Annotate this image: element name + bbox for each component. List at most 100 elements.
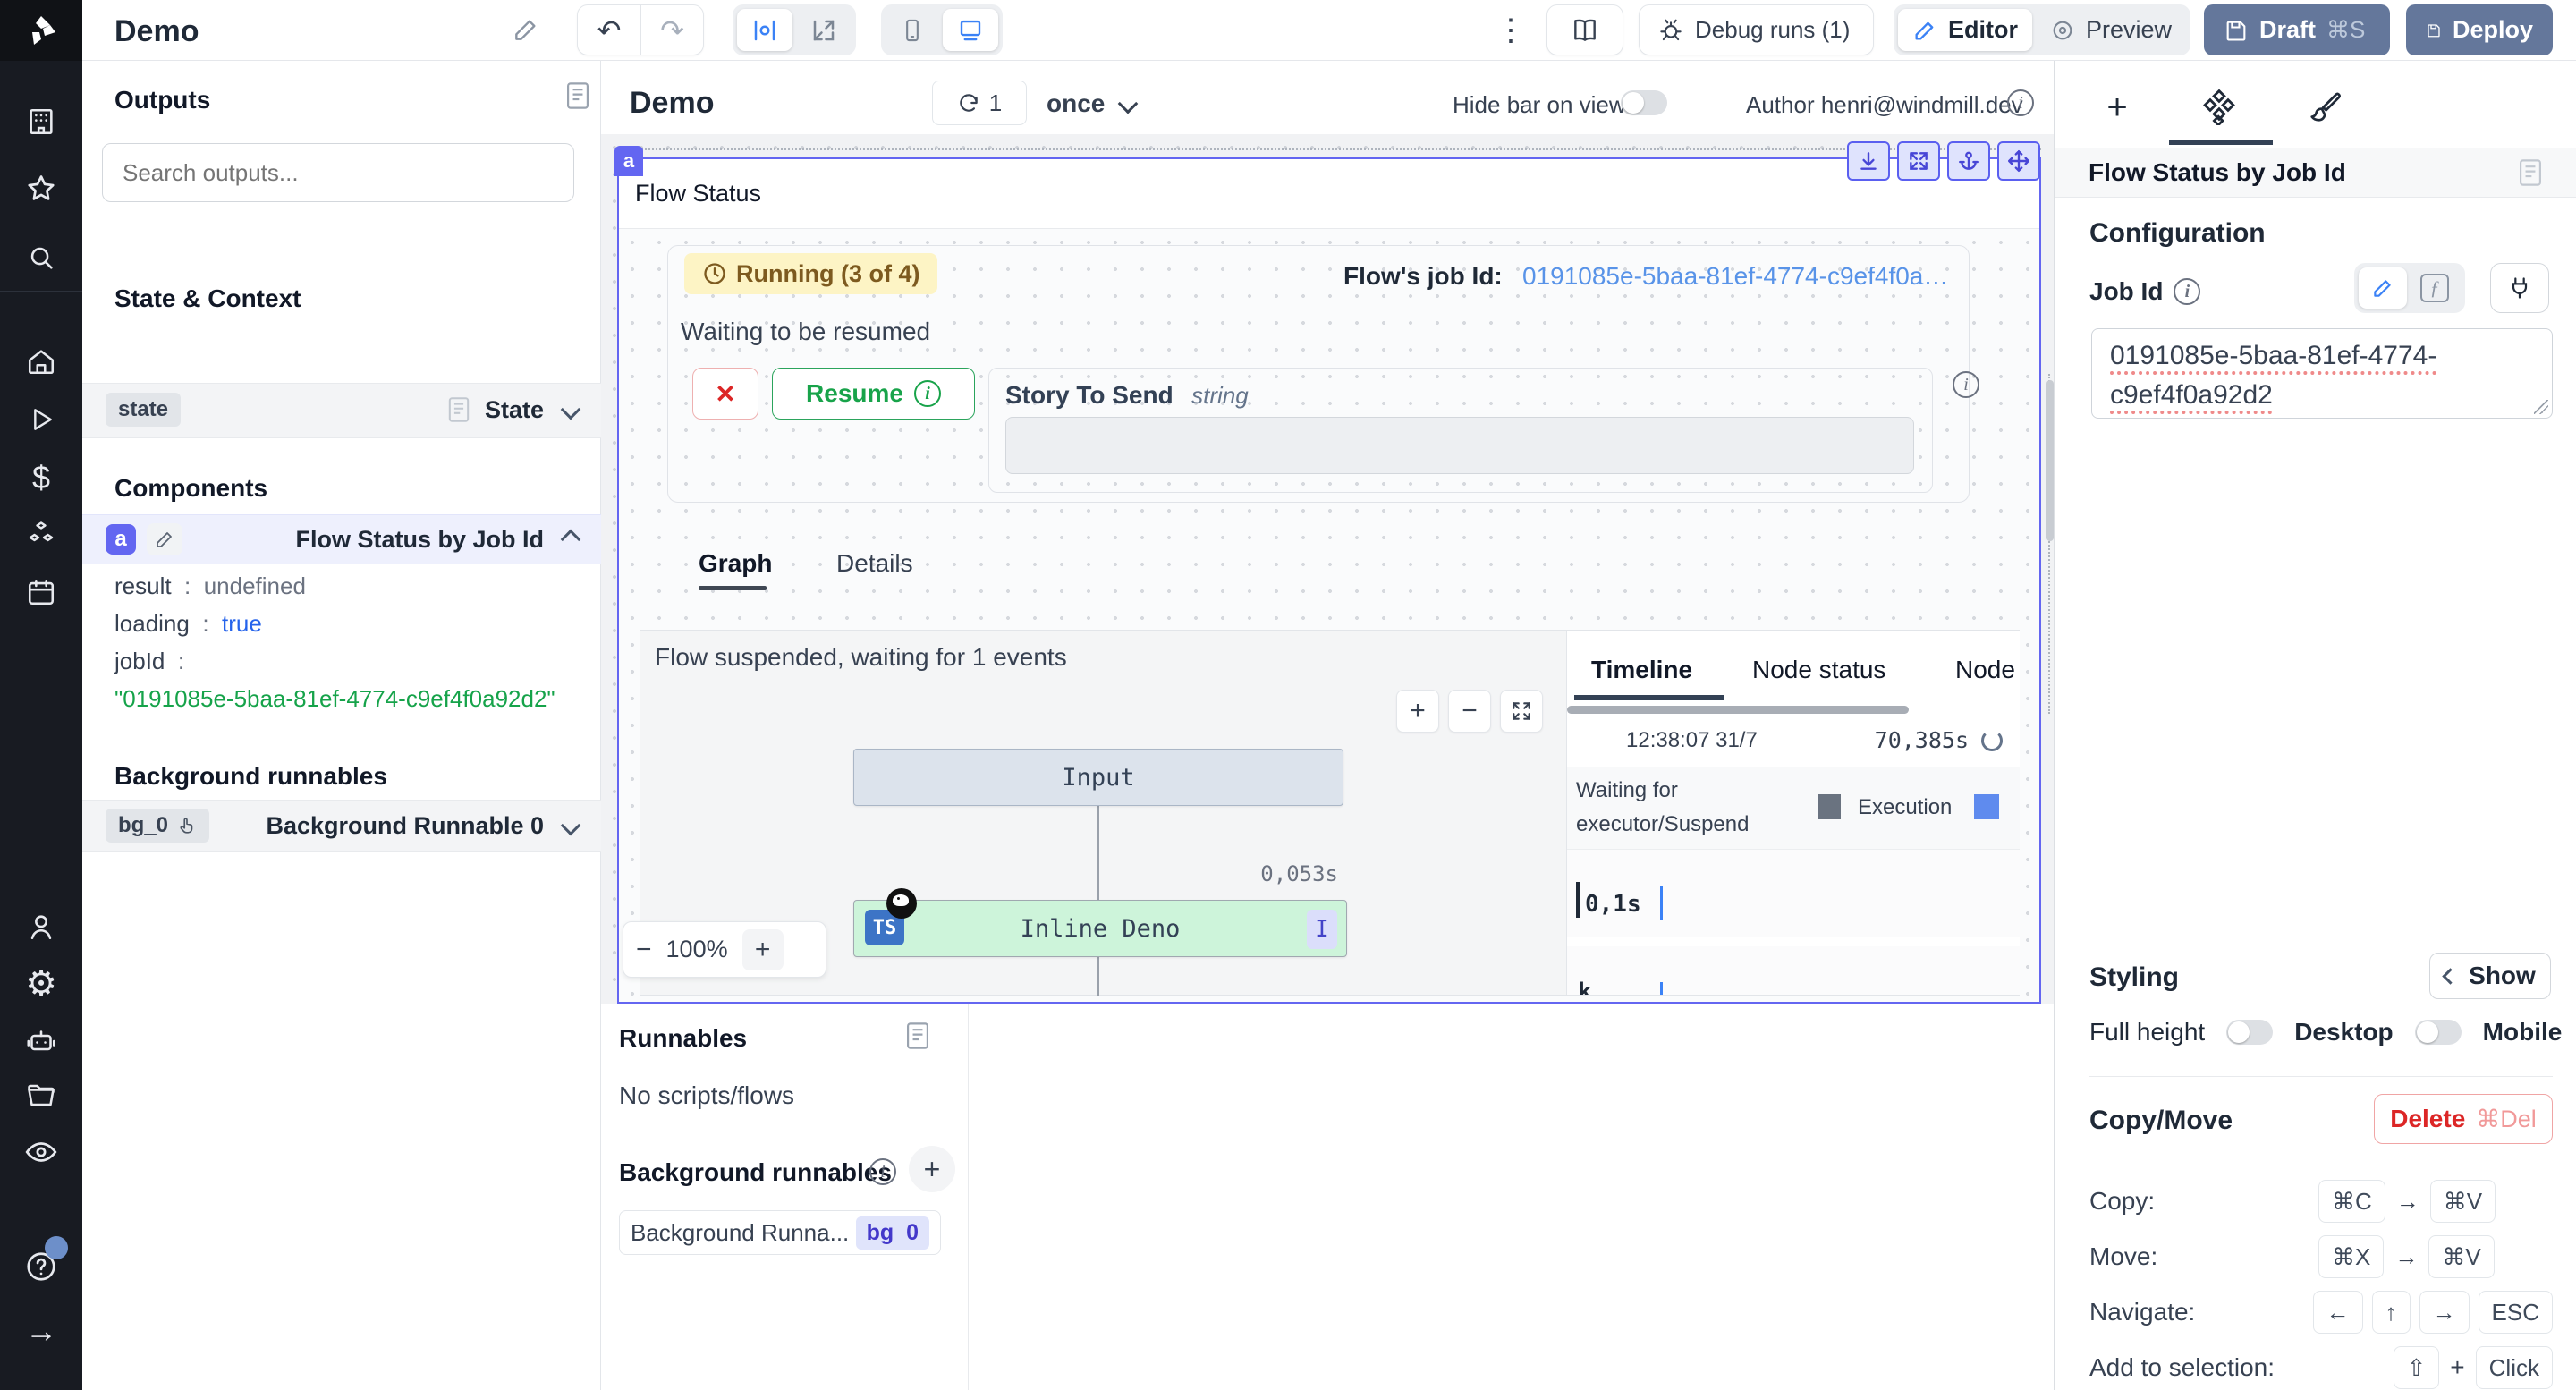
job-id-input[interactable]: 0191085e-5baa-81ef-4774- c9ef4f0a92d2 bbox=[2091, 328, 2553, 419]
audit-eye-icon[interactable] bbox=[0, 1129, 82, 1175]
settings-panel: + Flow Status by Job Id Configuration Jo… bbox=[2054, 61, 2576, 1390]
schedule-dropdown[interactable]: once bbox=[1046, 89, 1135, 118]
flow-graph-container[interactable]: Flow suspended, waiting for 1 events + −… bbox=[640, 630, 2020, 996]
bug-icon bbox=[1657, 17, 1684, 44]
graph-fullscreen-button[interactable] bbox=[1500, 690, 1543, 733]
outputs-doc-icon[interactable] bbox=[565, 82, 590, 109]
settings-gear-icon[interactable]: ⚙ bbox=[0, 961, 82, 1007]
app-canvas[interactable]: Flow Status Running (3 of 4) Flow's job … bbox=[601, 134, 2054, 1004]
dock-bottom-button[interactable] bbox=[1847, 141, 1890, 181]
flow-node-input[interactable]: Input bbox=[853, 749, 1343, 806]
kebab-menu-icon[interactable]: ⋮ bbox=[1496, 13, 1526, 48]
runs-play-icon[interactable] bbox=[0, 396, 82, 443]
desktop-view-button[interactable] bbox=[943, 9, 998, 51]
tab-node-overflow[interactable]: Node bbox=[1955, 656, 2015, 684]
favorites-star-icon[interactable] bbox=[0, 165, 82, 212]
center-align-button[interactable] bbox=[737, 9, 792, 51]
home-icon[interactable] bbox=[0, 338, 82, 385]
bg-runnables-title: Background runnables bbox=[619, 1158, 892, 1187]
bg-runnable-row[interactable]: bg_0 Background Runnable 0 bbox=[82, 800, 601, 852]
help-icon[interactable] bbox=[0, 1243, 82, 1290]
edit-title-pencil-icon[interactable] bbox=[512, 15, 540, 44]
edge-step-next bbox=[1097, 957, 1099, 996]
anchor-button[interactable] bbox=[1947, 141, 1990, 181]
bg-runnables-info-icon[interactable]: i bbox=[869, 1158, 896, 1185]
component-settings-tab[interactable] bbox=[2199, 88, 2239, 127]
component-body: Running (3 of 4) Flow's job Id: 0191085e… bbox=[619, 229, 2039, 1002]
hide-bar-toggle[interactable] bbox=[1621, 90, 1667, 115]
jobid-value[interactable]: "0191085e-5baa-81ef-4774-c9ef4f0a92d2" bbox=[114, 685, 555, 713]
preview-tab[interactable]: Preview bbox=[2036, 9, 2186, 51]
full-height-toggle[interactable] bbox=[2226, 1020, 2273, 1045]
form-info-icon[interactable]: i bbox=[1953, 371, 1979, 398]
job-id-label-row: Job Id i bbox=[2089, 277, 2200, 306]
resources-cubes-icon[interactable] bbox=[0, 512, 82, 558]
draft-button[interactable]: Draft ⌘S bbox=[2204, 4, 2390, 55]
author-info-icon[interactable]: i bbox=[2007, 89, 2034, 116]
mobile-view-button[interactable] bbox=[886, 9, 939, 51]
folders-icon[interactable] bbox=[0, 1073, 82, 1120]
row1-duration: 0,1s bbox=[1585, 891, 1641, 918]
tab-node-status[interactable]: Node status bbox=[1752, 656, 1885, 684]
zoom-in-button[interactable]: + bbox=[742, 929, 784, 970]
rename-pencil-icon[interactable] bbox=[147, 523, 182, 555]
styling-brush-tab[interactable] bbox=[2305, 88, 2344, 127]
static-mode-button[interactable] bbox=[2359, 267, 2407, 309]
runnables-doc-icon[interactable] bbox=[905, 1022, 930, 1049]
deploy-button[interactable]: Deploy bbox=[2406, 4, 2553, 55]
add-bg-runnable-button[interactable]: + bbox=[909, 1146, 955, 1192]
schedules-calendar-icon[interactable] bbox=[0, 569, 82, 615]
canvas-scrollbar[interactable] bbox=[2046, 380, 2054, 541]
tab-graph[interactable]: Graph bbox=[699, 549, 772, 578]
result-row[interactable]: result : undefined bbox=[114, 572, 306, 600]
tab-details[interactable]: Details bbox=[836, 549, 913, 578]
undo-button[interactable]: ↶ bbox=[578, 13, 640, 47]
workers-robot-icon[interactable] bbox=[0, 1018, 82, 1064]
docs-book-button[interactable] bbox=[1546, 4, 1623, 55]
horizontal-scrollbar[interactable] bbox=[1567, 706, 1909, 714]
desktop-label: Desktop bbox=[2294, 1018, 2393, 1047]
jobid-row[interactable]: jobId : bbox=[114, 648, 184, 675]
move-component-button[interactable] bbox=[1997, 141, 2040, 181]
flow-status-component[interactable]: Flow Status Running (3 of 4) Flow's job … bbox=[617, 157, 2041, 1004]
debug-runs-button[interactable]: Debug runs (1) bbox=[1639, 4, 1874, 55]
redo-button[interactable]: ↷ bbox=[641, 13, 703, 47]
collapse-arrow-icon[interactable]: → bbox=[0, 1308, 82, 1354]
component-label: Flow Status by Job Id bbox=[295, 526, 544, 554]
component-row-selected[interactable]: a Flow Status by Job Id bbox=[82, 514, 601, 564]
search-outputs-input[interactable] bbox=[102, 143, 574, 202]
resize-handle[interactable] bbox=[2534, 400, 2548, 414]
cancel-button[interactable]: ✕ bbox=[692, 368, 758, 420]
expression-mode-button[interactable]: ƒ bbox=[2411, 267, 2459, 309]
kbd-cmd-v: ⌘V bbox=[2430, 1180, 2496, 1223]
delete-component-button[interactable]: Delete ⌘Del bbox=[2374, 1094, 2553, 1144]
bg-runnable-item[interactable]: Background Runna... bg_0 bbox=[619, 1210, 941, 1255]
search-icon[interactable] bbox=[0, 234, 82, 281]
desktop-toggle[interactable] bbox=[2415, 1020, 2462, 1045]
flow-job-id-link[interactable]: 0191085e-5baa-81ef-4774-c9ef4f0a… bbox=[1522, 262, 1948, 291]
state-row[interactable]: state State bbox=[82, 383, 601, 436]
insert-component-tab[interactable]: + bbox=[2097, 88, 2137, 127]
state-label: State bbox=[485, 396, 544, 424]
workspace-icon[interactable] bbox=[0, 98, 82, 145]
styling-show-button[interactable]: Show bbox=[2429, 953, 2551, 999]
connect-plug-button[interactable] bbox=[2490, 263, 2549, 313]
graph-zoom-out-button[interactable]: − bbox=[1448, 690, 1491, 733]
flow-node-inline-deno[interactable]: TS Inline Deno I bbox=[853, 900, 1347, 957]
zoom-out-button[interactable]: − bbox=[636, 935, 652, 965]
save-icon bbox=[2224, 18, 2249, 43]
move-label: Move: bbox=[2089, 1242, 2157, 1271]
users-person-icon[interactable] bbox=[0, 903, 82, 950]
graph-zoom-in-button[interactable]: + bbox=[1396, 690, 1439, 733]
variables-dollar-icon[interactable]: $ bbox=[0, 454, 82, 501]
resume-button[interactable]: Resume i bbox=[772, 368, 975, 420]
refresh-counter-button[interactable]: 1 bbox=[932, 81, 1027, 125]
tab-timeline[interactable]: Timeline bbox=[1591, 656, 1692, 684]
loading-row[interactable]: loading : true bbox=[114, 610, 262, 638]
windmill-logo[interactable] bbox=[0, 0, 82, 61]
editor-tab[interactable]: Editor bbox=[1898, 9, 2032, 51]
job-id-info-icon[interactable]: i bbox=[2174, 278, 2200, 305]
expand-layout-button[interactable] bbox=[796, 9, 852, 51]
story-textarea[interactable] bbox=[1005, 417, 1914, 474]
expand-component-button[interactable] bbox=[1897, 141, 1940, 181]
